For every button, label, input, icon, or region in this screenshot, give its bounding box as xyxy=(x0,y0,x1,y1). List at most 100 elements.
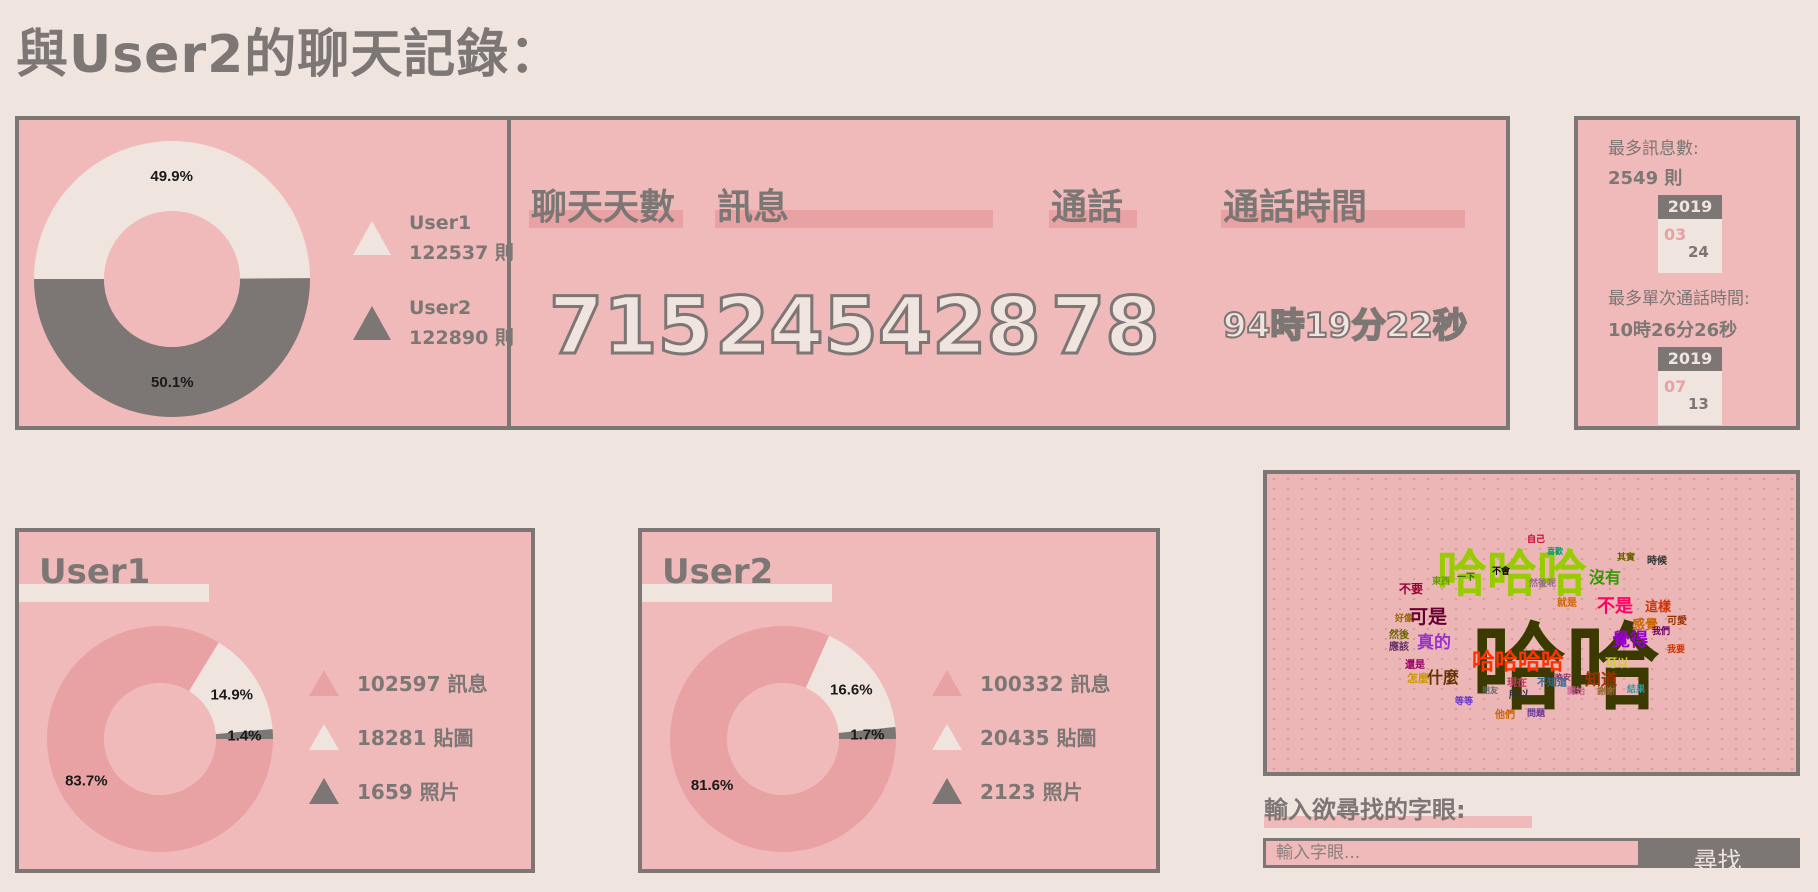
triangle-icon xyxy=(309,777,339,804)
legend-stickers-text: 18281 貼圖 xyxy=(357,726,474,750)
word-cloud-word: 不知道 xyxy=(1537,678,1567,689)
max-messages-label: 最多訊息數: xyxy=(1608,139,1699,159)
legend-stickers-text: 20435 貼圖 xyxy=(980,726,1097,750)
max-call-label: 最多單次通話時間: xyxy=(1608,289,1750,309)
summary-panel: 49.9% 50.1% User1 122537 則 User2 122890 則… xyxy=(15,116,1510,430)
stat-value-messages: 245428 xyxy=(714,281,1043,374)
user2-panel: User2 81.6% 16.6% 1.7% 100332 訊息 20435 貼圖 … xyxy=(638,528,1160,873)
word-cloud: 哈哈 哈哈哈 哈哈哈哈 可是 真的 覺得 不是 沒有 什麼 知道 感覺 這樣 不要 可以 時候 然後 應該 還是怎… xyxy=(1263,470,1800,776)
max-call-value: 10時26分26秒 xyxy=(1608,320,1738,341)
word-cloud-word: 哈哈哈哈 xyxy=(1472,649,1564,675)
word-cloud-word: 謝謝 xyxy=(1597,687,1616,697)
summary-donut-label-1: 50.1% xyxy=(151,374,194,391)
legend-user1-name: User1 xyxy=(409,212,472,234)
word-cloud-word: 然後呢 xyxy=(1529,579,1557,589)
legend-photos-text: 2123 照片 xyxy=(980,780,1083,804)
max-messages-value: 2549 則 xyxy=(1608,168,1683,189)
legend-photos: 2123 照片 xyxy=(932,776,1083,805)
user2-donut-label-2: 1.7% xyxy=(850,726,884,743)
triangle-icon xyxy=(309,723,339,750)
user2-name: User2 xyxy=(662,552,774,592)
word-cloud-word: 我要 xyxy=(1667,645,1686,655)
summary-donut-hole xyxy=(104,211,240,347)
user1-name: User1 xyxy=(39,552,151,592)
word-cloud-word: 好像 xyxy=(1395,614,1414,624)
stat-value-days: 715 xyxy=(548,281,714,374)
word-cloud-word: 朋友 xyxy=(1482,686,1498,695)
word-cloud-word: 等等 xyxy=(1455,697,1474,707)
user1-donut-label-0: 83.7% xyxy=(65,772,108,789)
triangle-icon xyxy=(353,306,391,340)
word-cloud-word: 不會 xyxy=(1492,567,1511,577)
word-cloud-word: 真的 xyxy=(1417,633,1451,653)
legend-user2: User2 122890 則 xyxy=(353,293,514,353)
legend-stickers: 18281 貼圖 xyxy=(309,722,474,751)
calendar-month: 03 xyxy=(1664,225,1687,244)
legend-messages-text: 100332 訊息 xyxy=(980,672,1111,696)
stat-label-days: 聊天天數 xyxy=(531,187,676,228)
word-cloud-word: 還是 xyxy=(1405,660,1425,671)
calendar-month: 07 xyxy=(1664,377,1687,396)
word-cloud-word: 不要 xyxy=(1399,582,1424,596)
user1-donut-label-2: 1.4% xyxy=(227,727,261,744)
calendar-year: 2019 xyxy=(1658,195,1722,219)
triangle-icon xyxy=(932,777,962,804)
stat-label-call-time: 通話時間 xyxy=(1223,187,1368,228)
word-cloud-word: 時候 xyxy=(1647,556,1667,567)
user1-panel: User1 83.7% 14.9% 1.4% 102597 訊息 18281 貼圖 … xyxy=(15,528,535,873)
legend-messages: 100332 訊息 xyxy=(932,668,1110,697)
legend-user1: User1 122537 則 xyxy=(353,208,514,268)
stat-label-messages: 訊息 xyxy=(717,187,790,228)
word-cloud-word: 自己 xyxy=(1527,535,1546,545)
word-cloud-word: 怎麼 xyxy=(1407,672,1429,685)
word-cloud-word: 可是 xyxy=(1409,606,1448,628)
word-cloud-word: 開始 xyxy=(1567,687,1586,697)
word-cloud-word: 喜歡 xyxy=(1547,547,1563,556)
page-title: 與User2的聊天記錄： xyxy=(16,25,563,85)
word-cloud-word: 沒有 xyxy=(1589,568,1622,587)
word-cloud-word: 東西 xyxy=(1432,577,1451,587)
word-cloud-word: 他們 xyxy=(1495,710,1515,721)
calendar-day: 13 xyxy=(1688,395,1709,413)
stat-value-call-time: 94時19分22秒 xyxy=(1222,305,1468,347)
triangle-icon xyxy=(309,669,339,696)
word-cloud-word: 可以 xyxy=(1605,656,1630,670)
max-stats-panel: 最多訊息數: 2549 則 2019 03 24 最多單次通話時間: 10時26… xyxy=(1574,116,1800,430)
word-cloud-word: 可愛 xyxy=(1667,616,1687,627)
triangle-icon xyxy=(932,723,962,750)
legend-messages-text: 102597 訊息 xyxy=(357,672,488,696)
stat-value-calls: 78 xyxy=(1050,281,1162,374)
triangle-icon xyxy=(932,669,962,696)
legend-user2-name: User2 xyxy=(409,297,472,319)
user1-donut-hole xyxy=(104,683,216,795)
search-label: 輸入欲尋找的字眼: xyxy=(1264,796,1466,824)
calendar-day: 24 xyxy=(1688,243,1709,261)
word-cloud-word: 就是 xyxy=(1557,598,1577,609)
word-cloud-word: 應該 xyxy=(1389,642,1409,653)
user2-donut-label-0: 81.6% xyxy=(691,777,734,794)
search-button[interactable]: 尋找 xyxy=(1638,841,1797,875)
word-cloud-word: 不是 xyxy=(1597,596,1633,617)
user2-donut-hole xyxy=(727,683,839,795)
user2-donut-label-1: 16.6% xyxy=(830,681,873,698)
word-cloud-word: 結果 xyxy=(1627,685,1646,695)
triangle-icon xyxy=(353,221,391,255)
legend-messages: 102597 訊息 xyxy=(309,668,487,697)
stat-label-calls: 通話 xyxy=(1051,187,1124,228)
calendar-year: 2019 xyxy=(1658,347,1722,371)
search-form: 尋找 xyxy=(1263,838,1800,875)
summary-donut-chart: 49.9% 50.1% xyxy=(34,140,310,417)
word-cloud-word: 什麼 xyxy=(1427,668,1460,687)
legend-photos-text: 1659 照片 xyxy=(357,780,460,804)
user2-donut-chart: 81.6% 16.6% 1.7% xyxy=(670,626,896,852)
legend-stickers: 20435 貼圖 xyxy=(932,722,1097,751)
legend-photos: 1659 照片 xyxy=(309,776,460,805)
user1-donut-chart: 83.7% 14.9% 1.4% xyxy=(47,626,273,852)
word-cloud-word: 一下 xyxy=(1457,573,1476,583)
search-input[interactable] xyxy=(1266,841,1638,865)
user1-donut-label-1: 14.9% xyxy=(210,686,253,703)
word-cloud-word: 其實 xyxy=(1617,553,1636,563)
legend-user1-count: 122537 則 xyxy=(409,242,514,264)
calendar-icon: 2019 07 13 xyxy=(1658,347,1722,425)
panel-divider xyxy=(507,120,511,426)
